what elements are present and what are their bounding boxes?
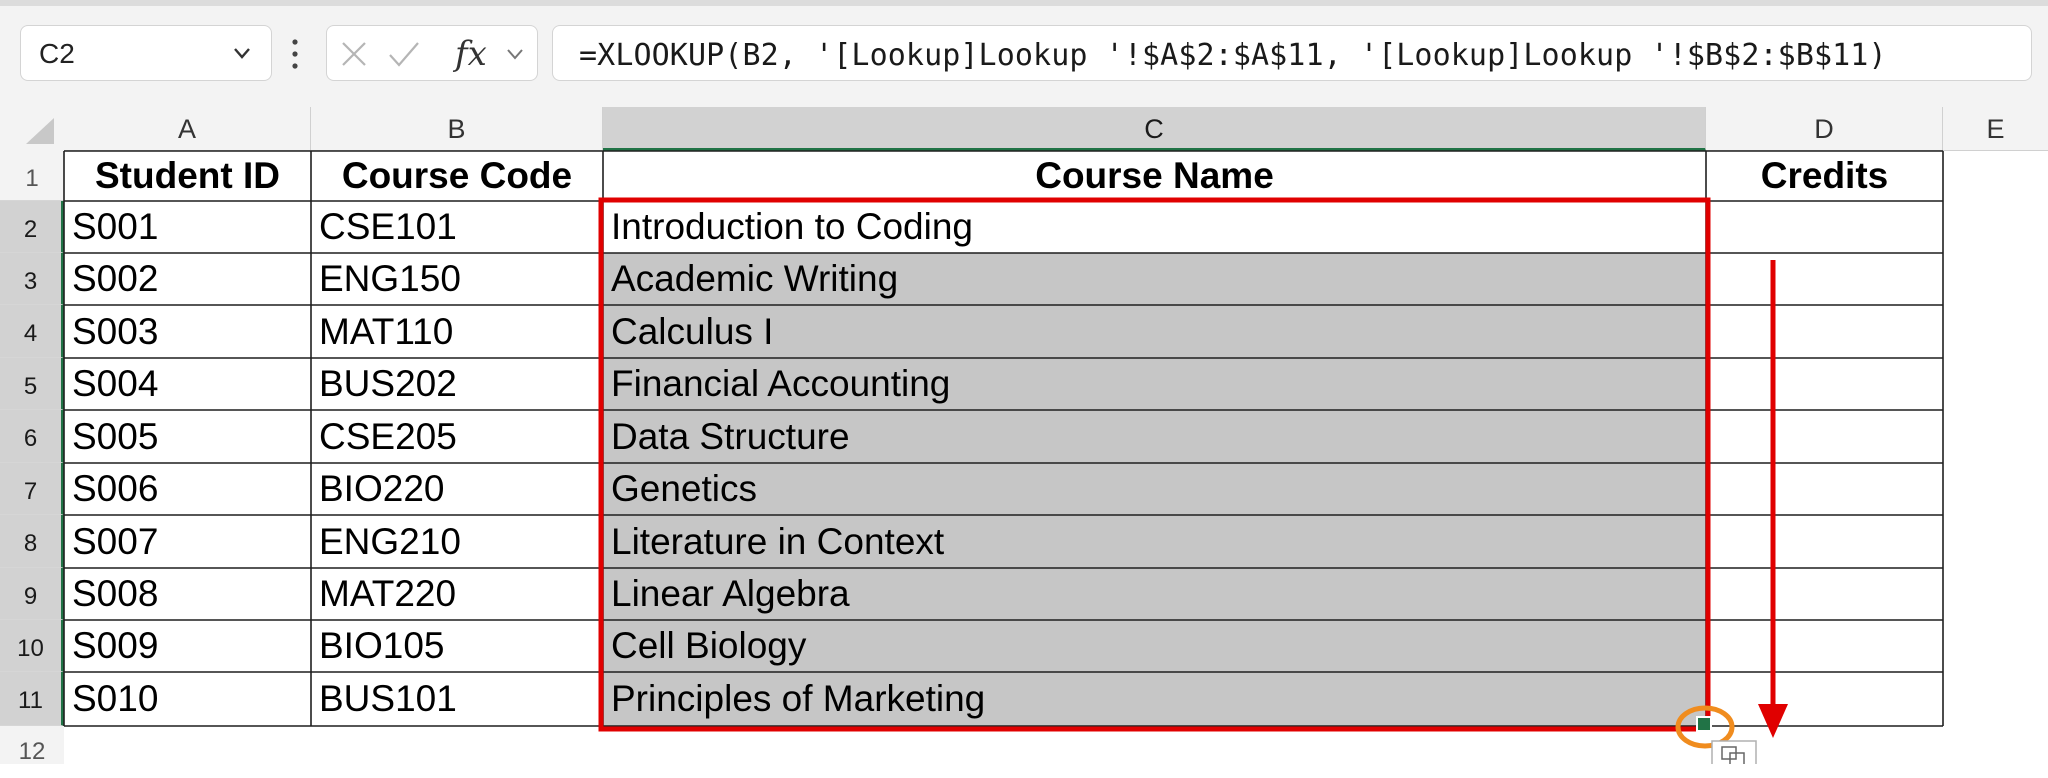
formula-input[interactable]: =XLOOKUP(B2, '[Lookup]Lookup '!$A$2:$A$1… — [552, 25, 2032, 81]
cell-b3[interactable]: ENG150 — [311, 253, 603, 305]
cell-d4[interactable] — [1706, 305, 1943, 358]
cell-a8[interactable]: S007 — [64, 515, 311, 568]
cell-d5[interactable] — [1706, 358, 1943, 410]
cell-c5[interactable]: Financial Accounting — [603, 358, 1706, 410]
row-header-6[interactable]: 6 — [0, 410, 64, 463]
cell-c9[interactable]: Linear Algebra — [603, 568, 1706, 620]
cell-c11[interactable]: Principles of Marketing — [603, 672, 1706, 726]
cell-d11[interactable] — [1706, 672, 1943, 726]
cell-d2[interactable] — [1706, 201, 1943, 253]
chevron-down-icon[interactable] — [503, 42, 527, 66]
column-header-d[interactable]: D — [1706, 107, 1943, 151]
fx-icon[interactable]: fx — [455, 34, 487, 74]
cell-a3[interactable]: S002 — [64, 253, 311, 305]
cell-c2[interactable]: Introduction to Coding — [603, 201, 1706, 253]
checkmark-icon[interactable] — [387, 39, 421, 69]
header-course-name[interactable]: Course Name — [603, 151, 1706, 201]
cell-c3[interactable]: Academic Writing — [603, 253, 1706, 305]
name-box-value: C2 — [39, 38, 75, 69]
cell-a9[interactable]: S008 — [64, 568, 311, 620]
header-credits[interactable]: Credits — [1706, 151, 1943, 201]
cell-d8[interactable] — [1706, 515, 1943, 568]
row-header-9[interactable]: 9 — [0, 568, 64, 620]
cell-b11[interactable]: BUS101 — [311, 672, 603, 726]
row-header-7[interactable]: 7 — [0, 463, 64, 515]
x-icon[interactable] — [339, 39, 369, 69]
column-header-a[interactable]: A — [64, 107, 311, 151]
select-all-triangle — [26, 118, 54, 144]
header-course-code[interactable]: Course Code — [311, 151, 603, 201]
cell-b8[interactable]: ENG210 — [311, 515, 603, 568]
row-header-1[interactable]: 1 — [0, 151, 64, 201]
chevron-down-icon[interactable] — [229, 40, 255, 66]
more-options-icon[interactable] — [290, 34, 300, 74]
cell-a7[interactable]: S006 — [64, 463, 311, 515]
row-header-5[interactable]: 5 — [0, 358, 64, 410]
cell-d7[interactable] — [1706, 463, 1943, 515]
column-header-e[interactable]: E — [1943, 107, 2048, 151]
cell-c6[interactable]: Data Structure — [603, 410, 1706, 463]
cell-b9[interactable]: MAT220 — [311, 568, 603, 620]
cell-a4[interactable]: S003 — [64, 305, 311, 358]
cell-a10[interactable]: S009 — [64, 620, 311, 672]
cell-d10[interactable] — [1706, 620, 1943, 672]
cell-b6[interactable]: CSE205 — [311, 410, 603, 463]
row-header-8[interactable]: 8 — [0, 515, 64, 568]
row-header-2[interactable]: 2 — [0, 201, 64, 253]
row-header-4[interactable]: 4 — [0, 305, 64, 358]
cell-c8[interactable]: Literature in Context — [603, 515, 1706, 568]
column-header-b[interactable]: B — [311, 107, 603, 151]
header-student-id[interactable]: Student ID — [64, 151, 311, 201]
formula-buttons: fx — [326, 25, 538, 81]
row-header-11[interactable]: 11 — [0, 672, 64, 726]
cell-a2[interactable]: S001 — [64, 201, 311, 253]
row-header-10[interactable]: 10 — [0, 620, 64, 672]
cell-a11[interactable]: S010 — [64, 672, 311, 726]
toolbar-shadow — [0, 0, 2048, 6]
cell-b2[interactable]: CSE101 — [311, 201, 603, 253]
row-header-3[interactable]: 3 — [0, 253, 64, 305]
cell-a6[interactable]: S005 — [64, 410, 311, 463]
cell-d9[interactable] — [1706, 568, 1943, 620]
quick-analysis-icon[interactable] — [1711, 740, 1757, 764]
column-header-c[interactable]: C — [603, 107, 1706, 151]
cell-b7[interactable]: BIO220 — [311, 463, 603, 515]
cell-d6[interactable] — [1706, 410, 1943, 463]
row-header-12[interactable]: 12 — [0, 726, 64, 765]
cell-c10[interactable]: Cell Biology — [603, 620, 1706, 672]
formula-text: =XLOOKUP(B2, '[Lookup]Lookup '!$A$2:$A$1… — [579, 38, 1887, 73]
cell-c4[interactable]: Calculus I — [603, 305, 1706, 358]
cell-d3[interactable] — [1706, 253, 1943, 305]
cell-b4[interactable]: MAT110 — [311, 305, 603, 358]
cell-a5[interactable]: S004 — [64, 358, 311, 410]
cell-c7[interactable]: Genetics — [603, 463, 1706, 515]
cell-b5[interactable]: BUS202 — [311, 358, 603, 410]
cell-b10[interactable]: BIO105 — [311, 620, 603, 672]
name-box[interactable]: C2 — [20, 25, 272, 81]
